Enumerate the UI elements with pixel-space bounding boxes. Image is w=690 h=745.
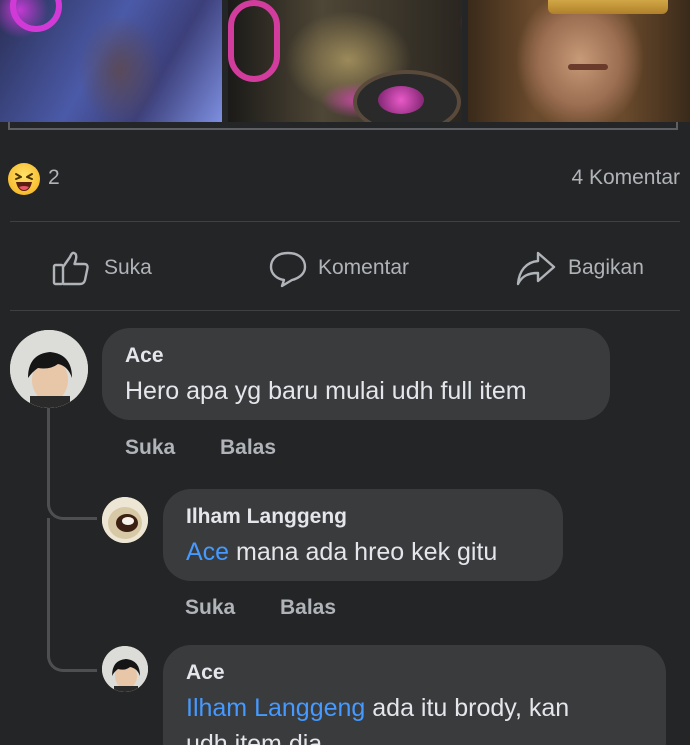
comment-bubble-icon (269, 251, 307, 288)
mention-link[interactable]: Ace (186, 538, 229, 566)
divider-top (10, 221, 680, 222)
comment-button[interactable]: Komentar (268, 244, 409, 292)
comment-text: Ace mana ada hreo kek gitu (186, 538, 497, 567)
post-image-3[interactable] (468, 0, 690, 122)
comment-reply-link[interactable]: Balas (220, 436, 276, 460)
comment-text: Hero apa yg baru mulai udh full item (125, 377, 527, 405)
comment-text-body: mana ada hreo kek gitu (229, 538, 498, 566)
comment-label: Komentar (318, 256, 410, 279)
haha-reaction-icon[interactable] (8, 163, 40, 195)
post-image-1[interactable] (0, 0, 222, 122)
share-arrow-icon (516, 251, 556, 286)
share-button[interactable]: Bagikan (514, 244, 644, 292)
avatar-ace[interactable] (10, 330, 88, 408)
comment-like-link[interactable]: Suka (185, 596, 235, 620)
thread-line (47, 406, 50, 506)
thumbs-up-icon (52, 251, 89, 286)
share-label: Bagikan (568, 256, 644, 279)
comment-reply-link[interactable]: Balas (280, 596, 336, 620)
comment-bubble-3: Ace Ilham Langgeng ada itu brody, kan ud… (163, 645, 666, 745)
like-button[interactable]: Suka (50, 244, 152, 292)
post-action-bar: Suka Komentar Bagikan (0, 244, 690, 292)
comment-bubble-1: Ace Hero apa yg baru mulai udh full item (102, 328, 610, 420)
post-image-2[interactable] (228, 0, 462, 122)
thread-line-2 (47, 518, 50, 658)
comment-bubble-2: Ilham Langgeng Ace mana ada hreo kek git… (163, 489, 563, 581)
comment-author[interactable]: Ace (186, 661, 225, 685)
comment-author[interactable]: Ilham Langgeng (186, 505, 347, 529)
comment-author[interactable]: Ace (125, 344, 164, 368)
comment-like-link[interactable]: Suka (125, 436, 175, 460)
comment-count-link[interactable]: 4 Komentar (571, 166, 680, 190)
facebook-post-view: 2 4 Komentar Suka Komentar Bagikan Ace H… (0, 0, 690, 745)
comment-text: Ilham Langgeng ada itu brody, kan (186, 694, 569, 723)
reaction-summary: 2 4 Komentar (0, 160, 690, 198)
reply-connector-1 (47, 500, 97, 520)
like-label: Suka (104, 256, 152, 279)
post-image-gallery (0, 0, 690, 122)
reaction-count[interactable]: 2 (48, 166, 60, 190)
divider-bottom (10, 310, 680, 311)
avatar-ace[interactable] (102, 646, 148, 692)
mention-link[interactable]: Ilham Langgeng (186, 694, 365, 722)
reply-connector-2 (47, 652, 97, 672)
avatar-ilham-langgeng[interactable] (102, 497, 148, 543)
image-frame-bottom (8, 122, 678, 130)
comment-text-line2: udh item dia (186, 730, 323, 745)
comment-text-body: ada itu brody, kan (365, 694, 570, 722)
